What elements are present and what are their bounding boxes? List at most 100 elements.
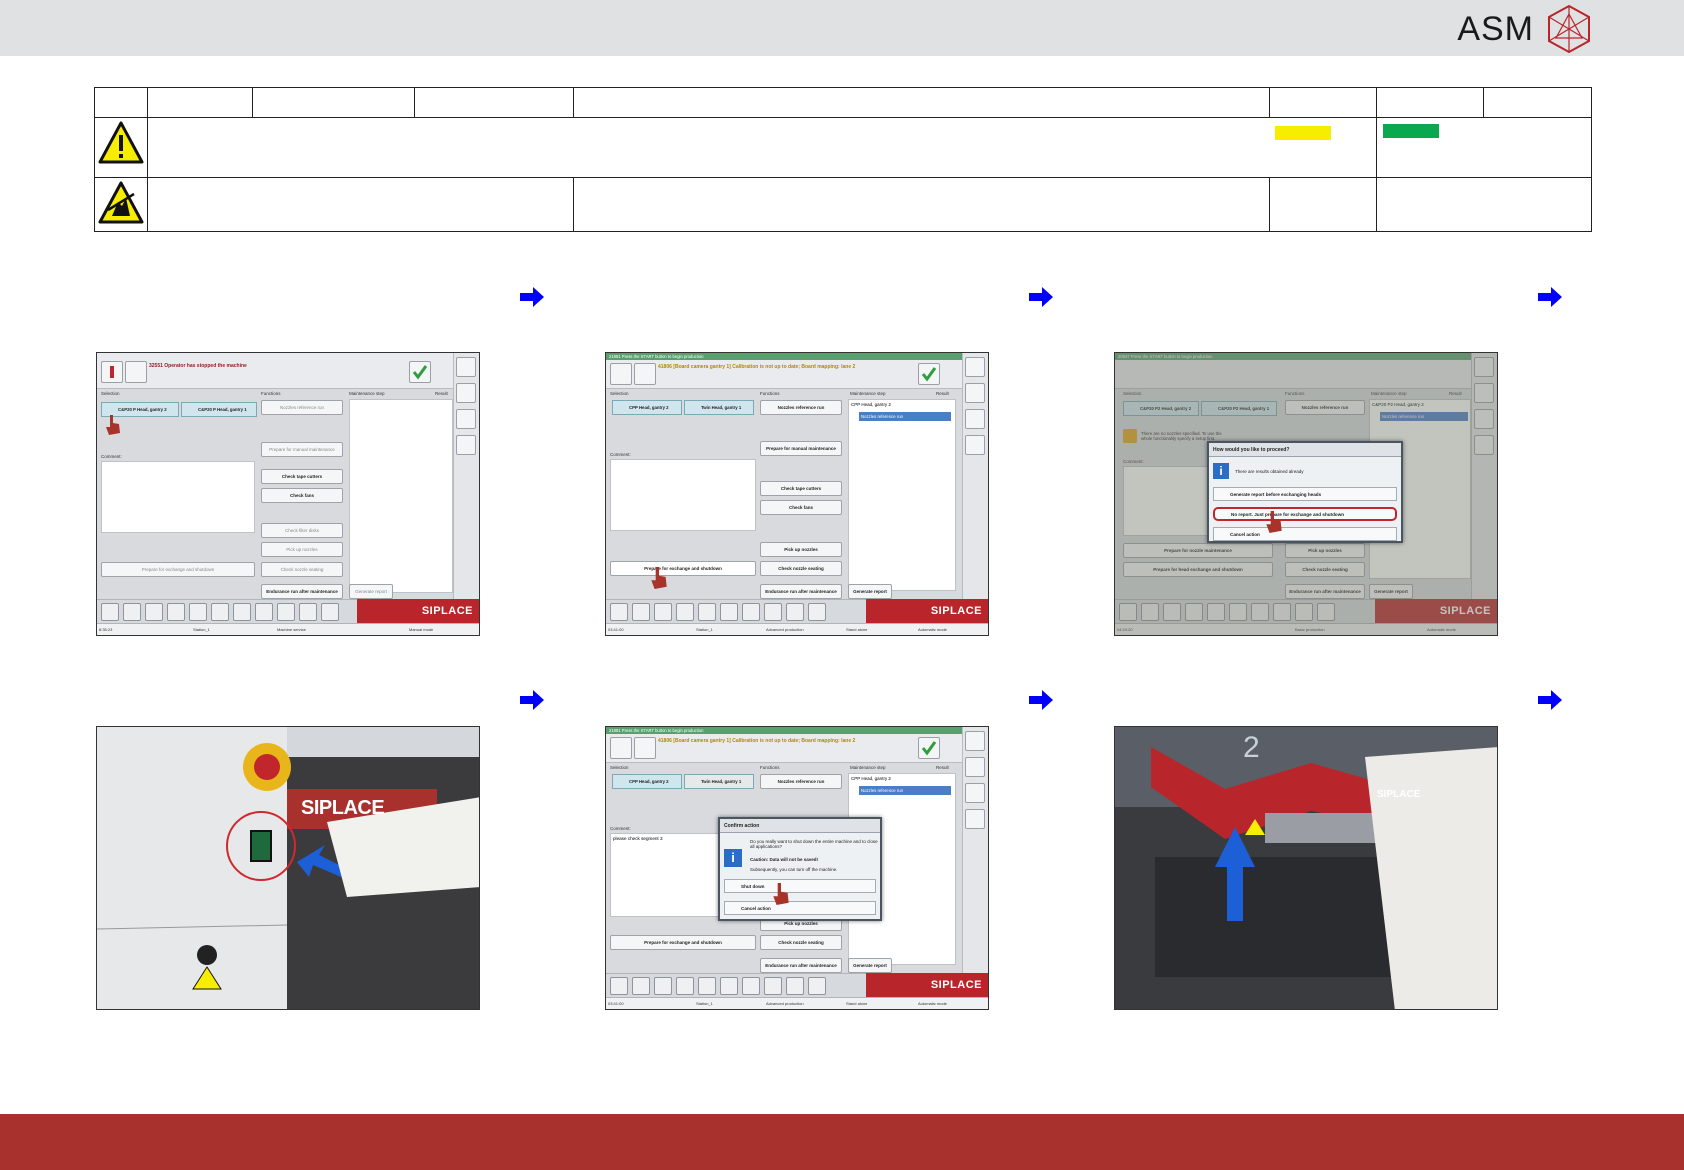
toolbar-icon-board[interactable] <box>610 977 628 995</box>
ok-status-icon[interactable] <box>965 435 985 455</box>
toolbar-icon-nozzle[interactable] <box>808 977 826 995</box>
toolbar-icon-chart[interactable] <box>654 977 672 995</box>
generate-report-option[interactable]: Generate report before exchanging heads <box>1213 487 1397 501</box>
shut-down-option[interactable]: Shut down <box>724 879 876 893</box>
nozzle-icon[interactable] <box>965 383 985 403</box>
toolbar-icon-feeder[interactable] <box>189 603 207 621</box>
no-report-option[interactable]: No report. Just prepare for exchange and… <box>1213 507 1397 521</box>
list-icon[interactable] <box>456 409 476 429</box>
toolbar-icon-board[interactable] <box>101 603 119 621</box>
info-header-row <box>94 87 1592 118</box>
col-functions-label: Functions <box>261 391 281 396</box>
prepare-exchange-shutdown-button[interactable]: Prepare for exchange and shutdown <box>610 935 756 950</box>
toolbar-icon-station[interactable] <box>167 603 185 621</box>
toolbar-icon-gear[interactable] <box>786 977 804 995</box>
dialog-info: There are results obtained already <box>1235 469 1304 474</box>
comment-box[interactable] <box>610 459 756 531</box>
generate-report-button[interactable]: Generate report <box>848 958 892 973</box>
toolbar-icon-gear[interactable] <box>786 603 804 621</box>
check-nozzle-seating-button[interactable]: Check nozzle seating <box>261 562 343 577</box>
head-select-gantry1[interactable]: C&P20 P Head, gantry 1 <box>181 402 257 417</box>
head-select-gantry2[interactable]: CPP Head, gantry 2 <box>612 774 682 789</box>
prepare-manual-maintenance-button[interactable]: Prepare for manual maintenance <box>760 441 842 456</box>
yellow-status-marker <box>1275 126 1331 140</box>
toolbar-icon-camera[interactable] <box>742 603 760 621</box>
toolbar-icon-graph[interactable] <box>720 977 738 995</box>
toolbar-icon-feeder[interactable] <box>698 603 716 621</box>
nozzles-reference-run-button[interactable]: Nozzles reference run <box>760 400 842 415</box>
wrench-icon[interactable] <box>634 737 656 759</box>
toolbar-icon-camera[interactable] <box>233 603 251 621</box>
nozzles-reference-run-button[interactable]: Nozzles reference run <box>760 774 842 789</box>
toolbar-icon-chart[interactable] <box>145 603 163 621</box>
pick-up-nozzles-button[interactable]: Pick up nozzles <box>261 542 343 557</box>
help-icon[interactable] <box>456 357 476 377</box>
check-fans-button[interactable]: Check fans <box>261 488 343 503</box>
info-red-icon[interactable] <box>610 737 632 759</box>
prepare-exchange-shutdown-button[interactable]: Prepare for exchange and shutdown <box>101 562 255 577</box>
cancel-action-option[interactable]: Cancel action <box>1213 527 1397 541</box>
cancel-action-option[interactable]: Cancel action <box>724 901 876 915</box>
toolbar-icon-graph[interactable] <box>211 603 229 621</box>
help-icon[interactable] <box>965 731 985 751</box>
nozzle-icon[interactable] <box>456 383 476 403</box>
check-icon[interactable] <box>918 737 940 759</box>
toolbar-icon-pen[interactable] <box>764 977 782 995</box>
toolbar-icon-nozzle[interactable] <box>808 603 826 621</box>
endurance-run-button[interactable]: Endurance run after maintenance <box>760 958 842 973</box>
help-icon[interactable] <box>965 357 985 377</box>
toolbar-icon-gear[interactable] <box>277 603 295 621</box>
head-select-gantry2[interactable]: CPP Head, gantry 2 <box>612 400 682 415</box>
endurance-run-button[interactable]: Endurance run after maintenance <box>261 584 343 599</box>
toolbar-icon-chart[interactable] <box>654 603 672 621</box>
screenshot-prepare-exchange: 21981 Press the START button to begin pr… <box>605 352 989 636</box>
dialog-title: Confirm action <box>720 819 880 833</box>
check-nozzle-seating-button[interactable]: Check nozzle seating <box>760 935 842 950</box>
info-icon: i <box>1213 463 1229 479</box>
toolbar-icon-grid[interactable] <box>632 977 650 995</box>
check-fans-button[interactable]: Check fans <box>760 500 842 515</box>
toolbar-icon-grid[interactable] <box>632 603 650 621</box>
head-select-gantry1[interactable]: Twin Head, gantry 1 <box>684 774 754 789</box>
nozzle-icon[interactable] <box>965 757 985 777</box>
toolbar-icon-station[interactable] <box>676 977 694 995</box>
check-tape-cutters-button[interactable]: Check tape cutters <box>760 481 842 496</box>
toolbar-icon-feeder[interactable] <box>698 977 716 995</box>
info-red-icon[interactable] <box>101 361 123 383</box>
generate-report-button[interactable]: Generate report <box>349 584 393 599</box>
toolbar-icon-nozzle[interactable] <box>299 603 317 621</box>
check-icon[interactable] <box>409 361 431 383</box>
siplace-label: SIPLACE <box>1377 789 1421 800</box>
check-nozzle-seating-button[interactable]: Check nozzle seating <box>760 561 842 576</box>
endurance-run-button[interactable]: Endurance run after maintenance <box>760 584 842 599</box>
check-icon[interactable] <box>918 363 940 385</box>
col-result-label: Result <box>936 765 949 770</box>
toolbar-icon-graph[interactable] <box>720 603 738 621</box>
toolbar-icon-camera[interactable] <box>742 977 760 995</box>
toolbar-icon-board[interactable] <box>610 603 628 621</box>
wrench-icon[interactable] <box>125 361 147 383</box>
generate-report-button[interactable]: Generate report <box>848 584 892 599</box>
comment-box[interactable] <box>101 461 255 533</box>
toolbar-icon-pen[interactable] <box>764 603 782 621</box>
head-select-gantry1[interactable]: Twin Head, gantry 1 <box>684 400 754 415</box>
nozzles-reference-run-button[interactable]: Nozzles reference run <box>261 400 343 415</box>
maint-subitem[interactable]: Nozzles reference run <box>859 786 951 795</box>
maint-subitem[interactable]: Nozzles reference run <box>859 412 951 421</box>
ok-status-icon[interactable] <box>456 435 476 455</box>
toolbar-icon-wrench[interactable] <box>321 603 339 621</box>
prepare-manual-maintenance-button[interactable]: Prepare for manual maintenance <box>261 442 343 457</box>
ok-status-icon[interactable] <box>965 809 985 829</box>
toolbar-icon-grid[interactable] <box>123 603 141 621</box>
toolbar-icon-station[interactable] <box>676 603 694 621</box>
check-tape-cutters-button[interactable]: Check tape cutters <box>261 469 343 484</box>
check-filter-disks-button[interactable]: Check filter disks <box>261 523 343 538</box>
siplace-label: SIPLACE <box>301 797 385 819</box>
wrench-icon[interactable] <box>634 363 656 385</box>
list-icon[interactable] <box>965 409 985 429</box>
list-icon[interactable] <box>965 783 985 803</box>
prepare-exchange-shutdown-button[interactable]: Prepare for exchange and shutdown <box>610 561 756 576</box>
info-red-icon[interactable] <box>610 363 632 385</box>
pick-up-nozzles-button[interactable]: Pick up nozzles <box>760 542 842 557</box>
toolbar-icon-pen[interactable] <box>255 603 273 621</box>
